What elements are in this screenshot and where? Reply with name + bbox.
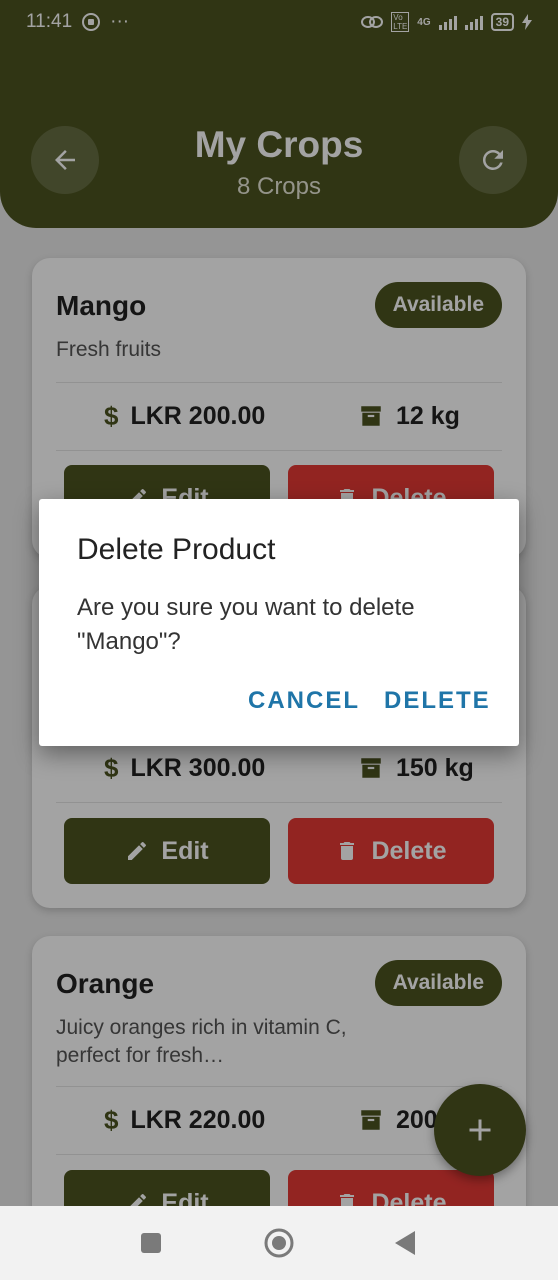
- confirm-delete-button[interactable]: DELETE: [384, 687, 491, 715]
- dialog-message: Are you sure you want to delete "Mango"?: [77, 594, 415, 655]
- recents-button[interactable]: [121, 1206, 181, 1280]
- delete-dialog: Delete Product Are you sure you want to …: [39, 499, 519, 746]
- triangle-back-icon: [395, 1231, 415, 1255]
- home-circle-icon: [264, 1228, 294, 1258]
- back-nav-button[interactable]: [375, 1206, 435, 1280]
- square-icon: [141, 1233, 161, 1253]
- system-nav-bar: [0, 1206, 558, 1280]
- dialog-title: Delete Product: [77, 533, 276, 566]
- cancel-button[interactable]: CANCEL: [248, 687, 360, 715]
- home-button[interactable]: [249, 1206, 309, 1280]
